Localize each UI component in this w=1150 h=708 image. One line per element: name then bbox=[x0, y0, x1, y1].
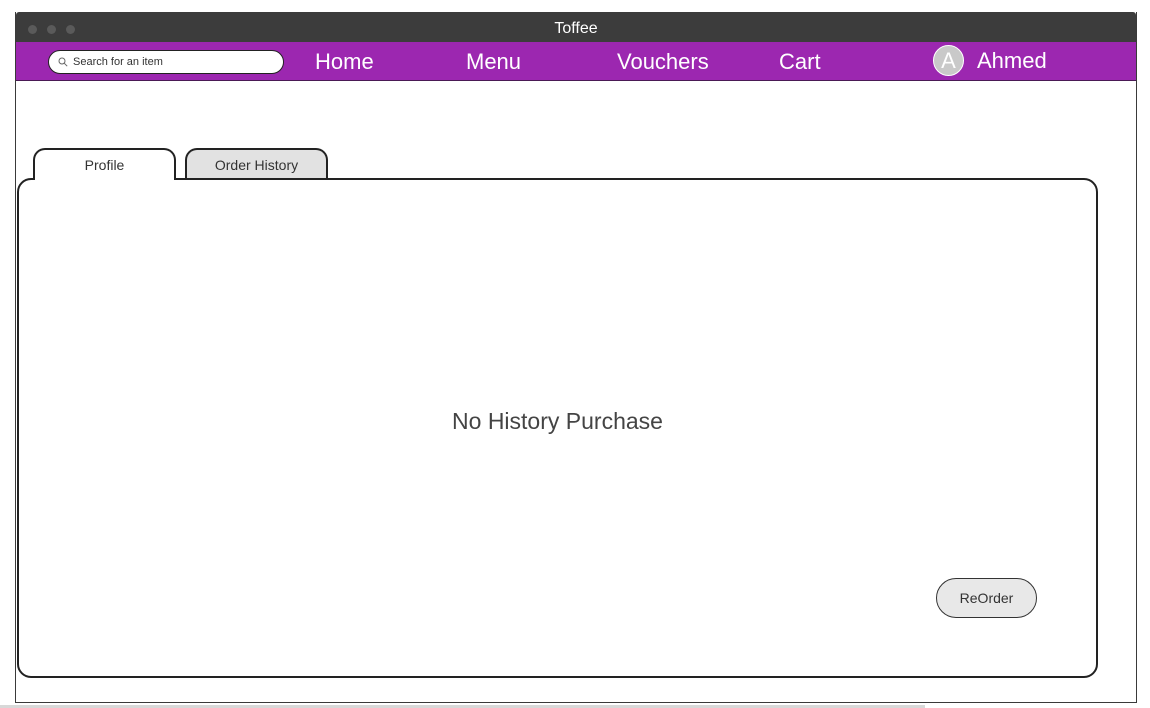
nav-cart-link[interactable]: Cart bbox=[779, 49, 821, 75]
title-bar: Toffee bbox=[16, 12, 1136, 42]
avatar[interactable]: A bbox=[933, 45, 964, 76]
user-name-link[interactable]: Ahmed bbox=[977, 48, 1047, 74]
app-window: Toffee Home Menu Vouchers Cart A Ahmed P… bbox=[15, 12, 1137, 703]
order-history-panel: No History Purchase ReOrder bbox=[17, 178, 1098, 678]
search-box[interactable] bbox=[48, 50, 284, 74]
tab-profile[interactable]: Profile bbox=[33, 148, 176, 180]
reorder-button[interactable]: ReOrder bbox=[936, 578, 1037, 618]
nav-menu-link[interactable]: Menu bbox=[466, 49, 521, 75]
nav-home-link[interactable]: Home bbox=[315, 49, 374, 75]
tab-order-history[interactable]: Order History bbox=[185, 148, 328, 179]
top-navbar: Home Menu Vouchers Cart A Ahmed bbox=[16, 42, 1136, 81]
search-input[interactable] bbox=[73, 54, 273, 70]
window-title: Toffee bbox=[554, 20, 598, 37]
empty-history-message: No History Purchase bbox=[452, 408, 663, 434]
search-icon bbox=[58, 57, 68, 67]
nav-vouchers-link[interactable]: Vouchers bbox=[617, 49, 709, 75]
